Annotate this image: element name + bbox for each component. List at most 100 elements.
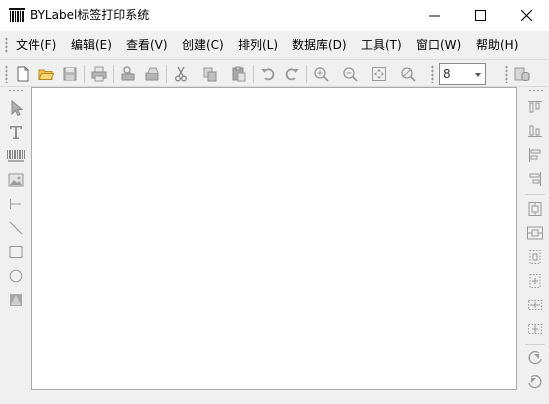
zoom-in-icon <box>314 67 329 82</box>
print-button[interactable] <box>90 65 108 83</box>
menu-create[interactable]: 创建(C) <box>182 37 224 53</box>
toolbar-grip[interactable] <box>431 65 434 83</box>
print-preview-button[interactable] <box>143 65 161 83</box>
zoom-out-icon <box>343 67 358 82</box>
undo-button[interactable] <box>259 65 277 83</box>
toolbox-separator <box>525 344 545 345</box>
zoom-tool-icon <box>401 67 416 82</box>
save-icon <box>63 67 77 81</box>
menu-edit[interactable]: 编辑(E) <box>71 37 112 53</box>
text-tool-icon <box>10 126 22 139</box>
save-button[interactable] <box>61 65 79 83</box>
same-width-button[interactable] <box>525 295 545 315</box>
triangle-tool-button[interactable] <box>6 290 26 310</box>
open-button[interactable] <box>37 65 55 83</box>
minimize-button[interactable] <box>411 0 457 31</box>
menu-view[interactable]: 查看(V) <box>126 37 168 53</box>
drawing-toolbox <box>4 89 27 314</box>
rotate-right-button[interactable] <box>525 372 545 392</box>
center-horizontal-button[interactable] <box>525 223 545 243</box>
copy-button[interactable] <box>201 65 219 83</box>
center-horizontal-icon <box>527 226 543 240</box>
barcode-tool-button[interactable] <box>6 146 26 166</box>
center-vertical-icon <box>528 202 542 216</box>
toolbar-separator <box>113 65 114 83</box>
align-right-icon <box>529 172 541 186</box>
alignment-toolbox <box>522 89 548 389</box>
new-button[interactable] <box>14 65 32 83</box>
distribute-horizontal-icon <box>529 274 541 288</box>
menu-tools[interactable]: 工具(T) <box>361 37 402 53</box>
menu-file[interactable]: 文件(F) <box>16 37 56 53</box>
copy-icon <box>203 67 217 82</box>
select-pointer-icon <box>11 99 24 117</box>
rotate-left-icon <box>528 350 542 365</box>
image-tool-button[interactable] <box>6 170 26 190</box>
zoom-level-value: 8 <box>443 67 451 81</box>
undo-icon <box>261 68 275 81</box>
align-bottom-button[interactable] <box>525 121 545 141</box>
print-setup-button[interactable] <box>119 65 137 83</box>
menu-arrange[interactable]: 排列(L) <box>238 37 278 53</box>
zoom-out-button[interactable] <box>341 65 359 83</box>
dimension-line-tool-button[interactable] <box>6 194 26 214</box>
close-icon <box>520 10 532 21</box>
same-height-icon <box>528 324 542 334</box>
ellipse-tool-icon <box>9 269 23 283</box>
database-button[interactable] <box>513 65 531 83</box>
cut-icon <box>175 66 187 82</box>
align-right-button[interactable] <box>525 169 545 189</box>
align-top-button[interactable] <box>525 97 545 117</box>
text-tool-button[interactable] <box>6 122 26 142</box>
database-icon <box>514 67 530 82</box>
toolbar-grip[interactable] <box>505 65 508 83</box>
toolbar-separator <box>306 65 307 83</box>
rectangle-tool-icon <box>9 246 23 258</box>
menu-window[interactable]: 窗口(W) <box>416 37 461 53</box>
dimension-line-icon <box>10 199 21 209</box>
align-top-icon <box>528 101 542 113</box>
zoom-in-button[interactable] <box>312 65 330 83</box>
triangle-tool-icon <box>10 294 22 306</box>
maximize-button[interactable] <box>457 0 503 31</box>
line-tool-button[interactable] <box>6 218 26 238</box>
same-width-icon <box>528 300 542 310</box>
toolbar-separator <box>166 65 167 83</box>
print-icon <box>91 66 107 82</box>
open-folder-icon <box>38 69 55 80</box>
center-vertical-button[interactable] <box>525 199 545 219</box>
close-button[interactable] <box>503 0 549 31</box>
toolbar-grip[interactable] <box>5 65 8 83</box>
menu-database[interactable]: 数据库(D) <box>292 37 347 53</box>
align-left-button[interactable] <box>525 145 545 165</box>
window-title: BYLabel标签打印系统 <box>30 8 150 22</box>
menu-help[interactable]: 帮助(H) <box>476 37 518 53</box>
rotate-left-button[interactable] <box>525 348 545 368</box>
label-canvas[interactable] <box>31 87 517 390</box>
paste-icon <box>232 66 246 82</box>
print-setup-icon <box>121 66 135 81</box>
app-barcode-icon <box>9 8 25 22</box>
print-preview-icon <box>145 67 159 81</box>
toolbox-grip[interactable] <box>528 89 543 92</box>
select-tool-button[interactable] <box>6 98 26 118</box>
menubar-grip[interactable] <box>5 37 8 53</box>
paste-button[interactable] <box>230 65 248 83</box>
cut-button[interactable] <box>172 65 190 83</box>
toolbar-separator <box>84 65 85 83</box>
redo-button[interactable] <box>283 65 301 83</box>
distribute-vertical-button[interactable] <box>525 247 545 267</box>
align-bottom-icon <box>528 125 542 137</box>
same-height-button[interactable] <box>525 319 545 339</box>
redo-icon <box>285 68 299 81</box>
ellipse-tool-button[interactable] <box>6 266 26 286</box>
zoom-level-select[interactable]: 8 <box>439 63 486 85</box>
rectangle-tool-button[interactable] <box>6 242 26 262</box>
title-bar: BYLabel标签打印系统 <box>0 0 549 31</box>
fit-page-button[interactable] <box>370 65 388 83</box>
distribute-horizontal-button[interactable] <box>525 271 545 291</box>
toolbar-separator <box>253 65 254 83</box>
maximize-icon <box>474 10 486 21</box>
zoom-tool-button[interactable] <box>399 65 417 83</box>
toolbox-grip[interactable] <box>8 89 23 92</box>
